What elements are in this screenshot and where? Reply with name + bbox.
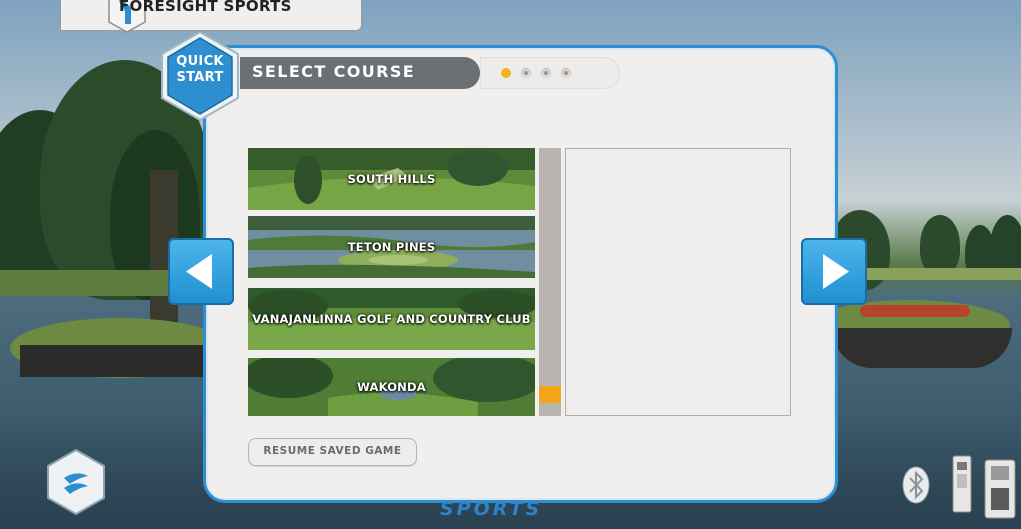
course-preview xyxy=(565,148,791,416)
foresight-menu-button[interactable] xyxy=(46,448,106,516)
brand-title: FORESIGHT SPORTS xyxy=(119,0,292,15)
launch-monitor-icon[interactable] xyxy=(951,454,973,514)
quickstart-line-2: START xyxy=(176,70,224,85)
step-dot-3 xyxy=(541,68,551,78)
course-item-south-hills[interactable]: SOUTH HILLS xyxy=(248,148,535,210)
chevron-right-icon xyxy=(823,254,849,289)
bluetooth-icon[interactable] xyxy=(901,465,931,505)
chevron-left-icon xyxy=(186,254,212,289)
course-item-wakonda[interactable]: WAKONDA xyxy=(248,358,535,416)
quickstart-line-1: QUICK xyxy=(176,54,224,69)
scrollbar-track[interactable] xyxy=(539,148,561,416)
step-dot-2 xyxy=(521,68,531,78)
device-hub-icon[interactable] xyxy=(983,458,1017,520)
course-name: TETON PINES xyxy=(347,240,436,254)
quickstart-label[interactable]: QUICK START xyxy=(168,54,232,86)
course-item-teton-pines[interactable]: TETON PINES xyxy=(248,216,535,278)
course-name: SOUTH HILLS xyxy=(347,172,436,186)
course-name: VANAJANLINNA GOLF AND COUNTRY CLUB xyxy=(252,312,531,326)
resume-button-label: RESUME SAVED GAME xyxy=(263,445,402,457)
course-name: WAKONDA xyxy=(357,380,426,394)
resume-saved-game-button[interactable]: RESUME SAVED GAME xyxy=(248,438,417,466)
scrollbar-thumb[interactable] xyxy=(539,386,561,403)
brand-bar: FORESIGHT SPORTS xyxy=(60,0,362,33)
footer-brand: SPORTS xyxy=(440,498,543,520)
step-dot-1 xyxy=(501,68,511,78)
course-item-vanajanlinna[interactable]: VANAJANLINNA GOLF AND COUNTRY CLUB xyxy=(248,288,535,350)
step-dot-4 xyxy=(561,68,571,78)
previous-button[interactable] xyxy=(168,238,234,305)
page-title: SELECT COURSE xyxy=(252,62,416,81)
next-button[interactable] xyxy=(801,238,867,305)
course-list[interactable]: SOUTH HILLS TETON PINES VANAJANLINNA GOL… xyxy=(248,148,535,416)
